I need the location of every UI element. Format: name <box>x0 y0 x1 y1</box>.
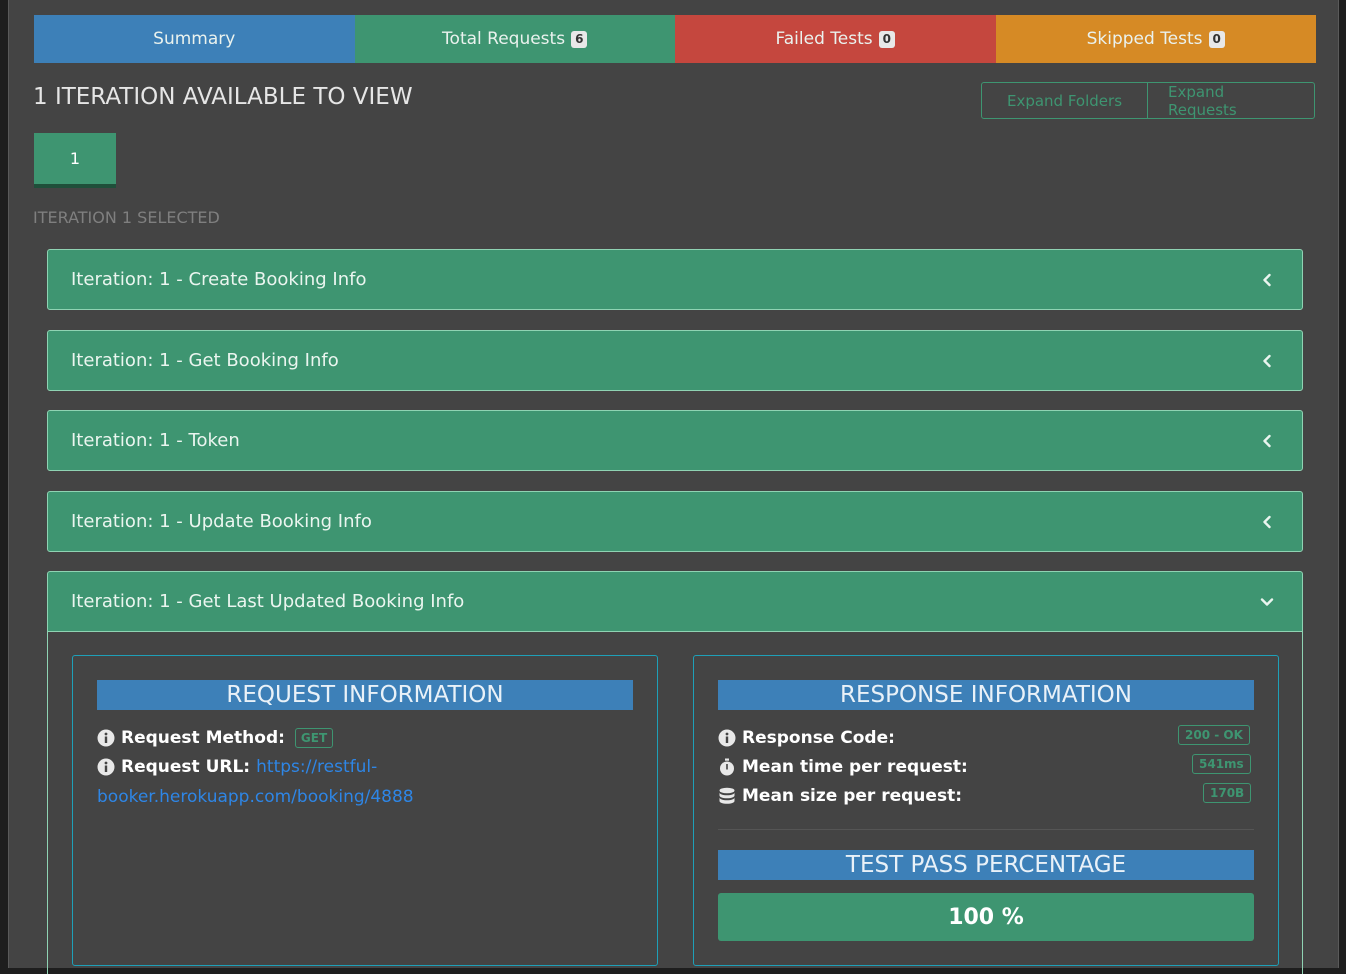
iteration-selected-label: ITERATION 1 SELECTED <box>33 208 220 227</box>
tab-summary-label: Summary <box>153 29 236 49</box>
panel-title: Iteration: 1 - Get Booking Info <box>71 350 339 371</box>
chevron-left-icon <box>1263 434 1271 447</box>
summary-tabs: Summary Total Requests 6 Failed Tests 0 … <box>34 15 1316 63</box>
request-method-label: Request Method: <box>121 728 285 748</box>
request-method-badge: GET <box>294 728 334 748</box>
panel-body: REQUEST INFORMATION Request Method: GET … <box>47 631 1303 974</box>
test-pass-percent-text: 100 % <box>948 904 1024 930</box>
failed-tests-count-badge: 0 <box>878 30 895 48</box>
panel-token[interactable]: Iteration: 1 - Token <box>47 410 1303 471</box>
database-icon <box>719 787 735 804</box>
panel-get-booking-info[interactable]: Iteration: 1 - Get Booking Info <box>47 330 1303 391</box>
tab-summary[interactable]: Summary <box>34 15 355 63</box>
chevron-left-icon <box>1263 515 1271 528</box>
request-url-row: Request URL: https://restful- <box>97 757 377 777</box>
iterations-heading: 1 ITERATION AVAILABLE TO VIEW <box>33 84 413 110</box>
response-code-badge: 200 - OK <box>1178 725 1250 745</box>
report-frame: Summary Total Requests 6 Failed Tests 0 … <box>8 0 1339 974</box>
panel-title: Iteration: 1 - Token <box>71 430 240 451</box>
mean-size-row: Mean size per request: <box>718 786 962 806</box>
info-icon <box>718 729 736 747</box>
chevron-down-icon <box>1260 597 1274 606</box>
tab-total-requests[interactable]: Total Requests 6 <box>354 15 675 63</box>
tab-total-requests-label: Total Requests <box>442 29 566 49</box>
test-pass-percentage-header: TEST PASS PERCENTAGE <box>718 850 1254 880</box>
panel-title: Iteration: 1 - Create Booking Info <box>71 269 367 290</box>
mean-size-label: Mean size per request: <box>742 786 962 806</box>
request-url-link-continued[interactable]: booker.herokuapp.com/booking/4888 <box>97 787 414 807</box>
total-requests-count-badge: 6 <box>571 30 588 48</box>
tab-failed-tests[interactable]: Failed Tests 0 <box>675 15 996 63</box>
iteration-1-button[interactable]: 1 <box>34 133 116 188</box>
request-url-link[interactable]: https://restful- <box>256 757 377 777</box>
tab-skipped-tests[interactable]: Skipped Tests 0 <box>995 15 1316 63</box>
request-information-card: REQUEST INFORMATION Request Method: GET … <box>72 655 658 966</box>
tab-failed-tests-label: Failed Tests <box>775 29 873 49</box>
mean-time-row: Mean time per request: <box>718 757 968 777</box>
chevron-left-icon <box>1263 354 1271 367</box>
panel-create-booking-info[interactable]: Iteration: 1 - Create Booking Info <box>47 249 1303 310</box>
expand-folders-button[interactable]: Expand Folders <box>982 83 1148 118</box>
info-icon <box>97 729 115 747</box>
request-url-label: Request URL: <box>121 757 251 777</box>
info-icon <box>97 758 115 776</box>
mean-time-label: Mean time per request: <box>742 757 968 777</box>
panel-get-last-updated-booking-info[interactable]: Iteration: 1 - Get Last Updated Booking … <box>47 571 1303 632</box>
response-code-row: Response Code: <box>718 728 895 748</box>
panel-update-booking-info[interactable]: Iteration: 1 - Update Booking Info <box>47 491 1303 552</box>
response-code-label: Response Code: <box>742 728 895 748</box>
tab-skipped-tests-label: Skipped Tests <box>1086 29 1203 49</box>
mean-time-badge: 541ms <box>1192 754 1251 774</box>
divider <box>718 829 1254 830</box>
expand-requests-button[interactable]: Expand Requests <box>1148 83 1314 119</box>
mean-size-badge: 170B <box>1203 783 1252 803</box>
request-method-row: Request Method: GET <box>97 728 334 748</box>
panel-title: Iteration: 1 - Get Last Updated Booking … <box>71 591 465 612</box>
skipped-tests-count-badge: 0 <box>1208 30 1225 48</box>
request-information-header: REQUEST INFORMATION <box>97 680 633 710</box>
chevron-left-icon <box>1263 273 1271 286</box>
stopwatch-icon <box>720 758 734 776</box>
response-information-card: RESPONSE INFORMATION Response Code: 200 … <box>693 655 1279 966</box>
response-information-header: RESPONSE INFORMATION <box>718 680 1254 710</box>
expand-button-group: Expand Folders Expand Requests <box>981 82 1315 119</box>
panel-title: Iteration: 1 - Update Booking Info <box>71 511 372 532</box>
test-pass-progress-bar: 100 % <box>718 893 1254 941</box>
